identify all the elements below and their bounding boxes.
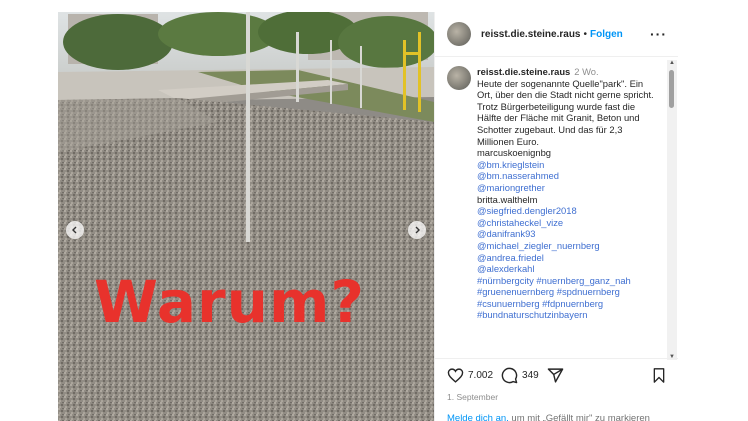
comments-area[interactable]: reisst.die.steine.raus 2 Wo. Heute der so… bbox=[435, 60, 667, 350]
chevron-right-icon bbox=[415, 226, 420, 234]
post-side-panel: reisst.die.steine.raus • Folgen ··· reis… bbox=[434, 12, 678, 421]
scroll-up-arrow-icon[interactable]: ▲ bbox=[669, 60, 675, 66]
caption-hashtag-link[interactable]: @bm.nasserahmed bbox=[477, 170, 655, 182]
caption-hashtag-link[interactable]: @andrea.friedel bbox=[477, 252, 655, 264]
comments-scrollbar[interactable]: ▲ ▼ bbox=[667, 60, 677, 360]
comment-count[interactable]: 349 bbox=[522, 370, 539, 381]
caption-hashtag-link[interactable]: @bm.krieglstein bbox=[477, 159, 655, 171]
share-icon[interactable] bbox=[547, 367, 564, 384]
caption-hashtag-link[interactable]: @siegfried.dengler2018 bbox=[477, 205, 655, 217]
overlay-text: Warum? bbox=[94, 268, 366, 336]
caption-username[interactable]: reisst.die.steine.raus bbox=[477, 66, 570, 77]
previous-image-button[interactable] bbox=[66, 221, 84, 239]
caption-text: Heute der sogenannte Quelle"park". Ein O… bbox=[477, 77, 654, 147]
like-count[interactable]: 7.002 bbox=[468, 370, 493, 381]
more-options-button[interactable]: ··· bbox=[650, 26, 667, 42]
post-photo[interactable]: Warum? bbox=[58, 12, 434, 421]
login-text: um mit „Gefällt mir" zu markieren bbox=[508, 413, 650, 421]
caption-hashtag-link[interactable]: @christaheckel_vize bbox=[477, 217, 655, 229]
next-image-button[interactable] bbox=[408, 221, 426, 239]
author-avatar[interactable] bbox=[447, 22, 471, 46]
post-date: 1. September bbox=[447, 392, 499, 402]
post-actions: 7.002 349 1. September bbox=[435, 358, 678, 402]
caption-avatar[interactable] bbox=[447, 66, 471, 90]
caption-hashtag-link[interactable]: @mariongrether bbox=[477, 182, 655, 194]
bookmark-icon[interactable] bbox=[651, 367, 667, 384]
caption-hashtag-link[interactable]: @michael_ziegler_nuernberg bbox=[477, 240, 655, 252]
separator-dot: • bbox=[583, 28, 588, 40]
caption-hashtag-link[interactable]: #bundnaturschutzinbayern bbox=[477, 309, 655, 321]
caption: reisst.die.steine.raus 2 Wo. Heute der so… bbox=[477, 66, 655, 321]
caption-time: 2 Wo. bbox=[574, 66, 599, 77]
caption-row: reisst.die.steine.raus 2 Wo. Heute der so… bbox=[435, 60, 667, 321]
park-photo-illustration bbox=[58, 12, 434, 421]
heart-icon[interactable] bbox=[447, 367, 464, 384]
action-row: 7.002 349 bbox=[435, 367, 678, 384]
caption-hashtag-link[interactable]: #gruenenuernberg #spdnuernberg bbox=[477, 286, 655, 298]
comment-icon[interactable] bbox=[501, 367, 518, 384]
post-header: reisst.die.steine.raus • Folgen ··· bbox=[435, 12, 678, 57]
author-username[interactable]: reisst.die.steine.raus bbox=[481, 29, 581, 40]
follow-button[interactable]: Folgen bbox=[590, 29, 623, 40]
chevron-left-icon bbox=[72, 226, 77, 234]
login-prompt: Melde dich an, um mit „Gefällt mir" zu m… bbox=[447, 413, 650, 421]
caption-hashtag-link[interactable]: @danifrank93 bbox=[477, 228, 655, 240]
login-link[interactable]: Melde dich an, bbox=[447, 413, 509, 421]
mentions-list: marcuskoenignbg @bm.krieglstein @bm.nasser… bbox=[477, 147, 655, 321]
post-modal: Warum? reisst.die.steine.raus • Folgen ·… bbox=[58, 12, 678, 421]
scroll-thumb[interactable] bbox=[669, 70, 674, 108]
caption-hashtag-link[interactable]: #csunuernberg #fdpnuernberg bbox=[477, 298, 655, 310]
caption-hashtag-link[interactable]: #nürnbergcity #nuernberg_ganz_nah bbox=[477, 275, 655, 287]
caption-hashtag-link[interactable]: @alexderkahl bbox=[477, 263, 655, 275]
caption-mention-text: marcuskoenignbg bbox=[477, 147, 552, 159]
caption-mention-text: britta.walthelm bbox=[477, 193, 538, 205]
